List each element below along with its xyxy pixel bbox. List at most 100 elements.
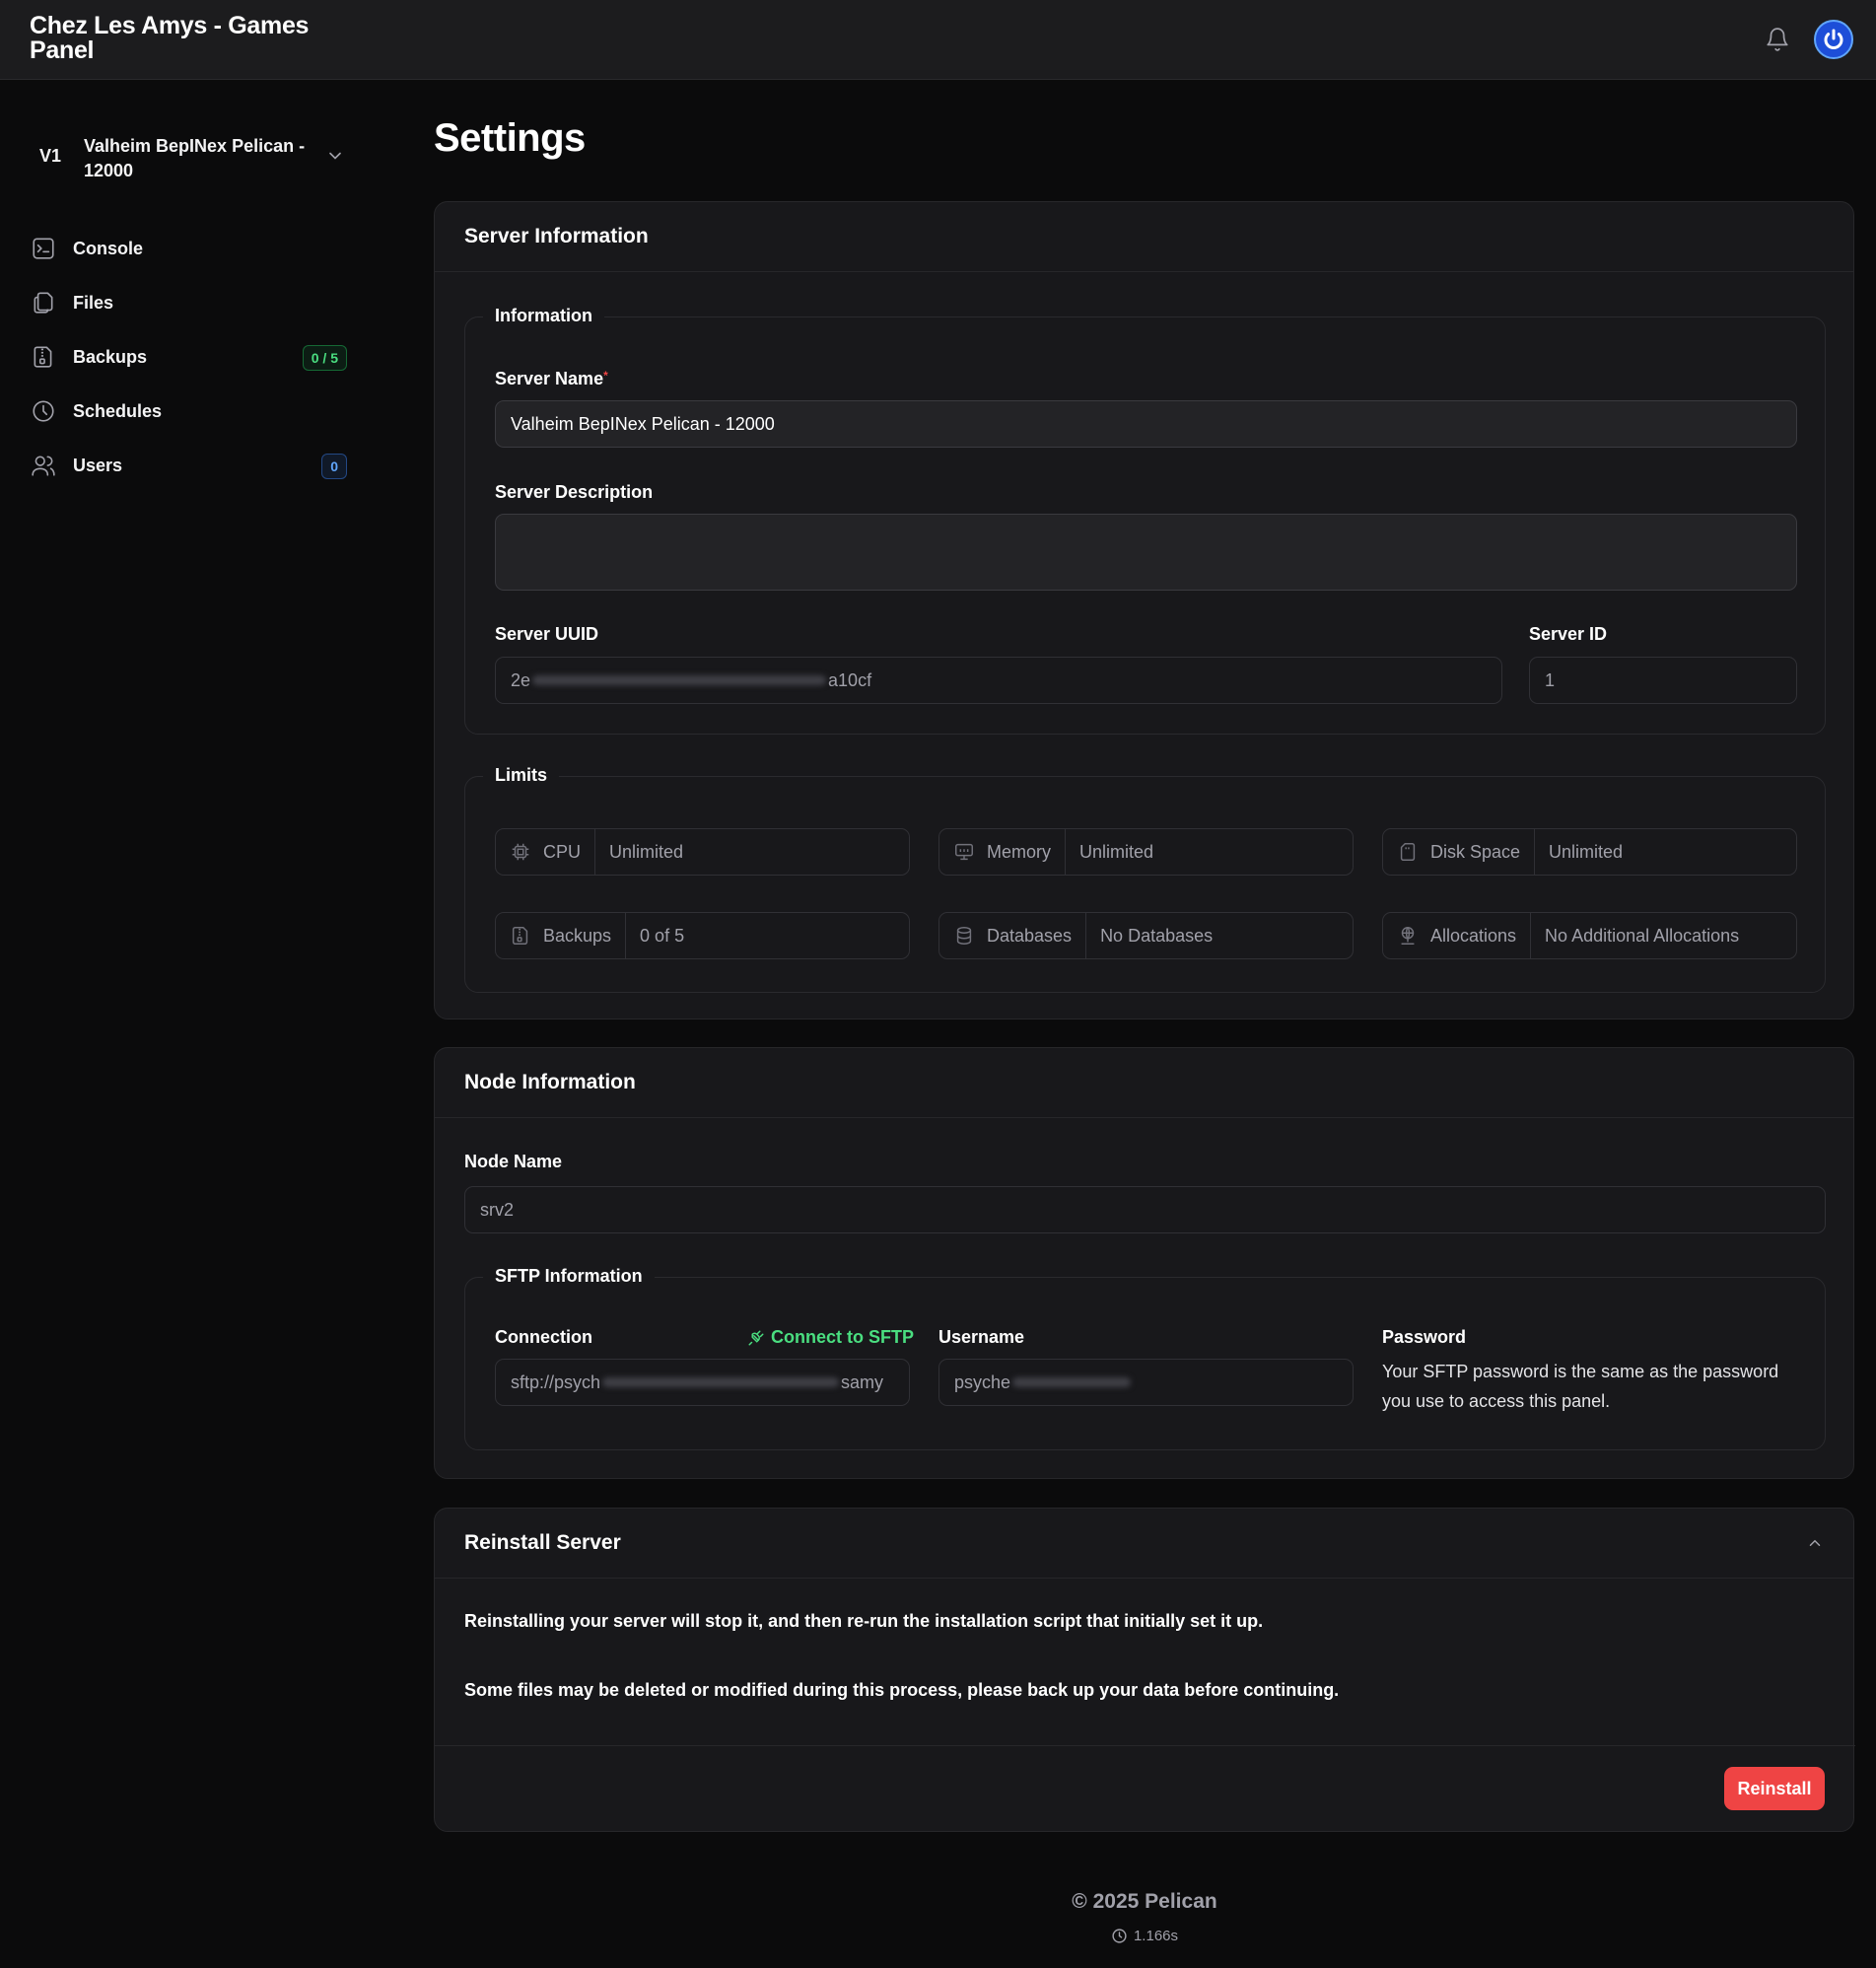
chevron-down-icon [325, 146, 345, 166]
sidebar-item-label: Schedules [73, 400, 163, 421]
username-label: Username [938, 1327, 1025, 1347]
sidebar-item-label: Backups [73, 346, 148, 367]
server-switcher-name: Valheim BepINex Pelican - 12000 [84, 136, 306, 180]
card-header: Node Information [435, 1048, 1853, 1118]
server-switcher[interactable]: V1 Valheim BepINex Pelican - 12000 [30, 126, 355, 185]
server-uuid-label: Server UUID [495, 624, 599, 644]
users-icon [30, 452, 57, 479]
limit-backups: Backups 0 of 5 [495, 912, 910, 959]
limit-key: Memory [987, 841, 1052, 862]
node-name-field[interactable]: srv2 [464, 1186, 1826, 1233]
sidebar-item-users[interactable]: Users 0 [30, 446, 350, 485]
connection-label: Connection [495, 1327, 592, 1347]
server-id-label: Server ID [1529, 624, 1608, 644]
sidebar-item-schedules[interactable]: Schedules [30, 391, 350, 431]
page-title: Settings [434, 116, 586, 160]
reinstall-warning-2: Some files may be deleted or modified du… [464, 1680, 1340, 1700]
clock-icon [30, 397, 57, 425]
divider [435, 1745, 1855, 1746]
information-fieldset: Information Server Name* Valheim BepINex… [464, 306, 1826, 735]
fieldset-legend: Limits [483, 765, 560, 786]
redacted-text [602, 1377, 840, 1387]
connection-suffix: samy [841, 1371, 884, 1392]
disk-icon [1397, 841, 1419, 863]
limit-value: No Additional Allocations [1545, 925, 1740, 946]
server-id-field[interactable]: 1 [1529, 657, 1797, 704]
sidebar-item-label: Files [73, 292, 114, 313]
sftp-fieldset: SFTP Information Connection Connect to S… [464, 1266, 1826, 1450]
redacted-text [1012, 1377, 1132, 1387]
limit-disk-space: Disk Space Unlimited [1382, 828, 1797, 876]
server-uuid-field[interactable]: 2e a10cf [495, 657, 1502, 704]
uuid-prefix: 2e [511, 669, 531, 690]
limit-key: Allocations [1430, 925, 1517, 946]
limit-allocations: Allocations No Additional Allocations [1382, 912, 1797, 959]
redacted-text [532, 675, 827, 685]
card-title: Node Information [464, 1071, 636, 1093]
top-bar: Chez Les Amys - Games Panel [0, 0, 1876, 80]
uuid-suffix: a10cf [828, 669, 872, 690]
chevron-up-icon[interactable] [1806, 1534, 1824, 1552]
sidebar-item-files[interactable]: Files [30, 283, 350, 322]
database-icon [953, 925, 975, 947]
reinstall-warning-1: Reinstalling your server will stop it, a… [464, 1611, 1264, 1631]
users-count-badge: 0 [321, 454, 347, 479]
username-prefix: psyche [954, 1371, 1011, 1392]
network-icon [1397, 925, 1419, 947]
backup-archive-icon [30, 343, 57, 371]
node-name-label: Node Name [464, 1152, 563, 1171]
app-title[interactable]: Chez Les Amys - Games Panel [30, 14, 355, 63]
password-help-text: Your SFTP password is the same as the pa… [1382, 1362, 1779, 1411]
clock-icon [1112, 1929, 1127, 1943]
server-short-code: V1 [39, 146, 62, 166]
sftp-connection-field[interactable]: sftp://psych samy [495, 1359, 910, 1406]
limit-value: Unlimited [1079, 841, 1154, 862]
sidebar-item-label: Users [73, 455, 123, 475]
reinstall-server-card: Reinstall Server Reinstalling your serve… [434, 1508, 1855, 1832]
backups-count-badge: 0 / 5 [302, 345, 347, 371]
limit-cpu: CPU Unlimited [495, 828, 910, 876]
card-title: Reinstall Server [464, 1531, 621, 1554]
limit-value: 0 of 5 [640, 925, 685, 946]
node-information-card: Node Information Node Name srv2 SFTP Inf… [434, 1047, 1854, 1479]
fieldset-legend: SFTP Information [483, 1266, 655, 1287]
limit-databases: Databases No Databases [938, 912, 1354, 959]
sidebar-item-console[interactable]: Console [30, 229, 350, 268]
fieldset-legend: Information [483, 306, 604, 326]
backup-archive-icon [510, 925, 531, 947]
limit-value: Unlimited [1549, 841, 1624, 862]
plug-icon [748, 1330, 764, 1345]
card-title: Server Information [464, 225, 649, 247]
limit-value: No Databases [1100, 925, 1214, 946]
footer-timing: 1.166s [0, 1928, 1876, 1944]
limit-key: CPU [543, 841, 582, 862]
limit-key: Databases [987, 925, 1073, 946]
render-time: 1.166s [1133, 1928, 1179, 1944]
server-name-input[interactable]: Valheim BepINex Pelican - 12000 [495, 400, 1797, 448]
server-description-label: Server Description [495, 482, 654, 502]
connect-sftp-link[interactable]: Connect to SFTP [747, 1327, 914, 1348]
reinstall-button[interactable]: Reinstall [1724, 1767, 1825, 1810]
sidebar-item-label: Console [73, 238, 144, 258]
sidebar: V1 Valheim BepINex Pelican - 12000 Conso… [0, 81, 375, 1968]
footer-copyright: © 2025 Pelican [1072, 1890, 1217, 1913]
limit-key: Disk Space [1430, 841, 1521, 862]
files-icon [30, 289, 57, 316]
server-description-textarea[interactable] [495, 514, 1797, 591]
sidebar-item-backups[interactable]: Backups 0 / 5 [30, 337, 350, 377]
password-label: Password [1382, 1327, 1467, 1347]
card-header: Server Information [435, 202, 1853, 272]
limits-fieldset: Limits CPU Unlimited Memory Unlimited Di… [464, 765, 1826, 993]
cpu-icon [510, 841, 531, 863]
limit-memory: Memory Unlimited [938, 828, 1354, 876]
card-header[interactable]: Reinstall Server [435, 1509, 1853, 1579]
server-information-card: Server Information Information Server Na… [434, 201, 1854, 1019]
bell-icon[interactable] [1765, 26, 1790, 53]
user-avatar[interactable] [1814, 20, 1853, 59]
connect-sftp-label: Connect to SFTP [771, 1327, 914, 1347]
limit-key: Backups [543, 925, 612, 946]
connection-prefix: sftp://psych [511, 1371, 601, 1392]
sftp-username-field[interactable]: psyche [938, 1359, 1354, 1406]
server-name-label: Server Name* [495, 369, 608, 388]
memory-icon [953, 841, 975, 863]
